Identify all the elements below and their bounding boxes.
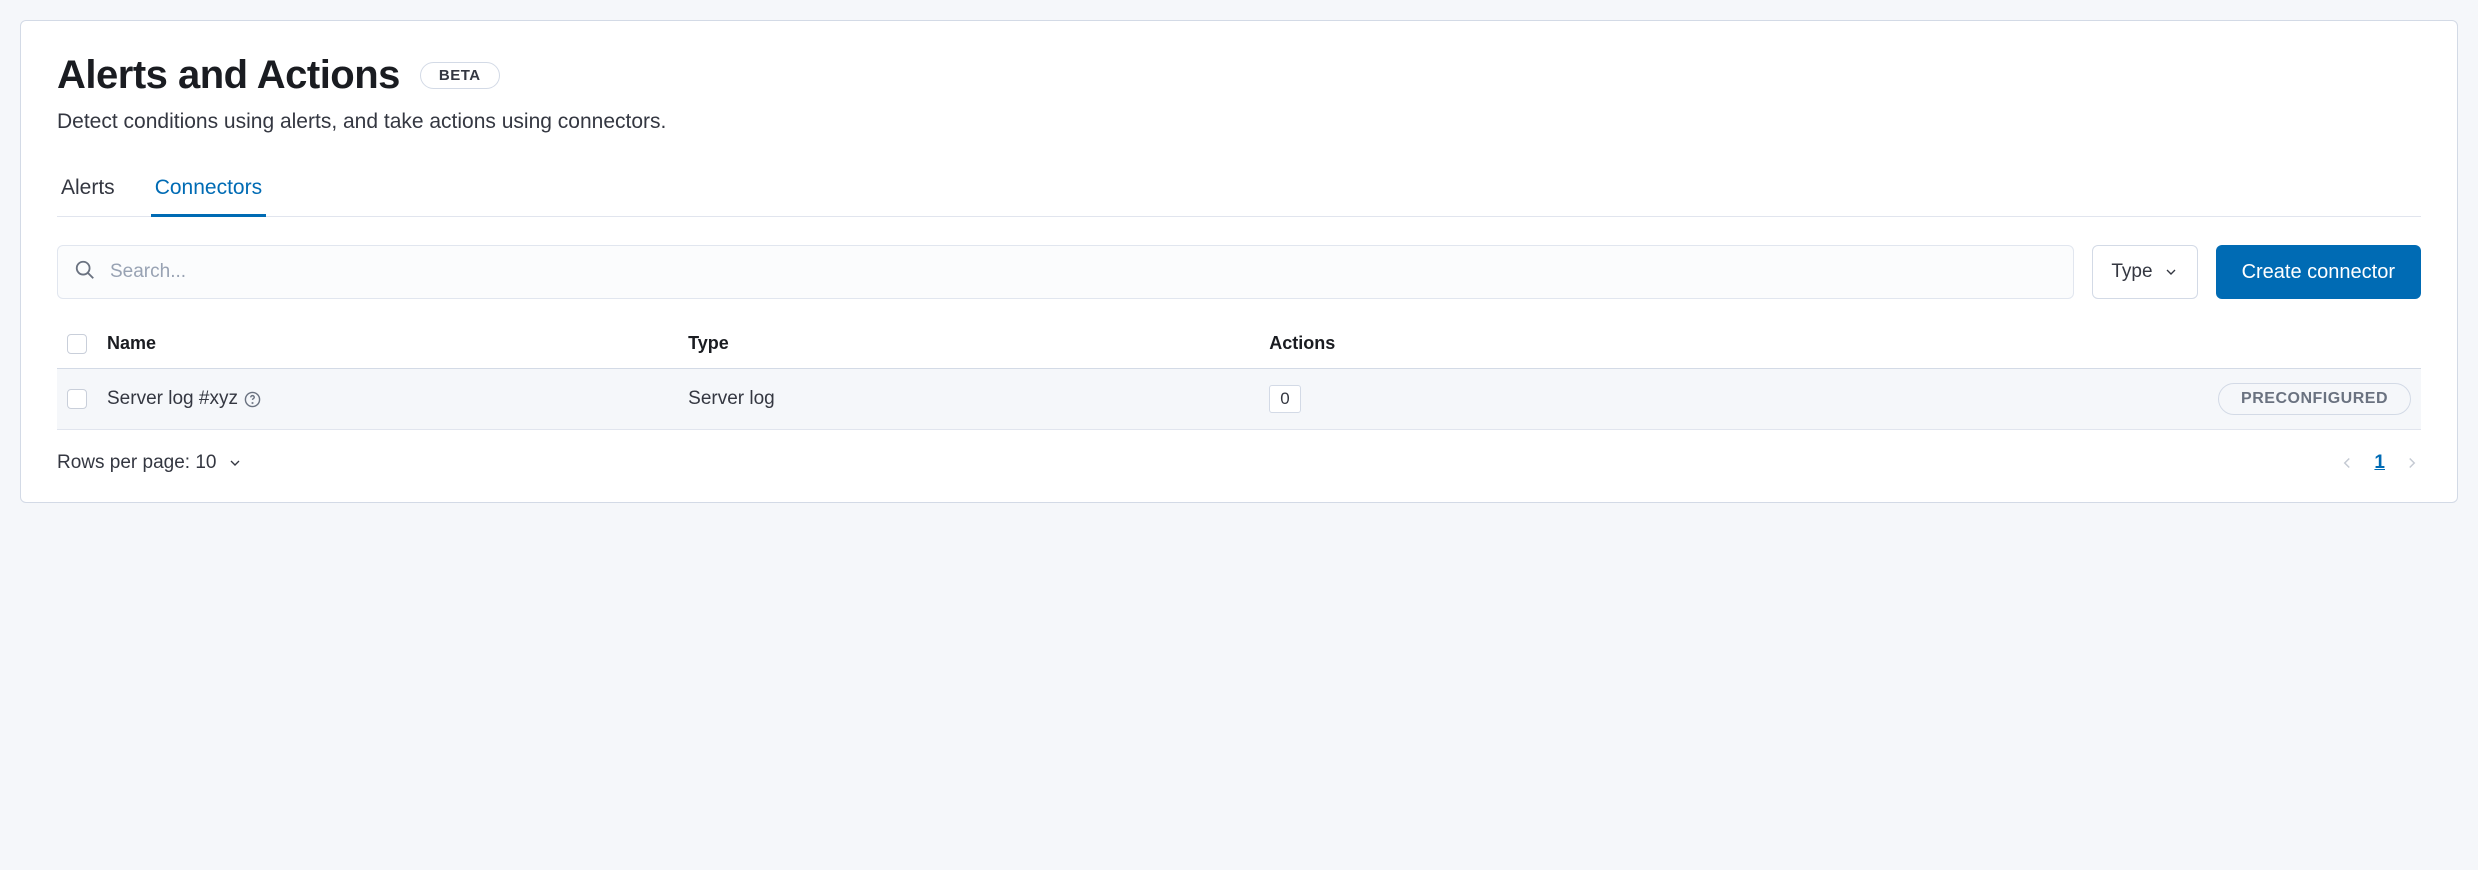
- tab-connectors[interactable]: Connectors: [151, 166, 266, 217]
- page-title: Alerts and Actions: [57, 53, 400, 98]
- controls-row: Type Create connector: [57, 245, 2421, 299]
- column-header-type[interactable]: Type: [688, 333, 1269, 354]
- row-actions-cell: 0: [1269, 385, 2141, 413]
- connectors-table: Name Type Actions Server log #xyz Server: [57, 319, 2421, 430]
- page-subtitle: Detect conditions using alerts, and take…: [57, 110, 2421, 134]
- alerts-actions-panel: Alerts and Actions BETA Detect condition…: [20, 20, 2458, 503]
- table-row: Server log #xyz Server log 0 PRECONFIGUR…: [57, 369, 2421, 430]
- pagination: 1: [2338, 452, 2421, 474]
- search-icon: [74, 259, 96, 286]
- preconfigured-badge: PRECONFIGURED: [2218, 383, 2411, 415]
- table-footer: Rows per page: 10 1: [57, 430, 2421, 474]
- prev-page-button[interactable]: [2338, 454, 2356, 472]
- header-row: Alerts and Actions BETA: [57, 53, 2421, 98]
- chevron-down-icon: [2163, 264, 2179, 280]
- row-type-cell: Server log: [688, 388, 1269, 410]
- type-filter-label: Type: [2111, 261, 2152, 283]
- actions-count-badge[interactable]: 0: [1269, 385, 1300, 413]
- row-name-text: Server log #xyz: [107, 388, 238, 410]
- column-header-name[interactable]: Name: [107, 333, 688, 354]
- row-name-cell[interactable]: Server log #xyz: [107, 388, 688, 410]
- tabs: Alerts Connectors: [57, 166, 2421, 217]
- chevron-down-icon: [227, 455, 243, 471]
- column-header-actions[interactable]: Actions: [1269, 333, 2141, 354]
- rows-per-page-selector[interactable]: Rows per page: 10: [57, 452, 243, 474]
- beta-badge: BETA: [420, 62, 500, 89]
- type-filter-dropdown[interactable]: Type: [2092, 245, 2197, 299]
- search-field-wrap[interactable]: [57, 245, 2074, 299]
- table-header-row: Name Type Actions: [57, 319, 2421, 369]
- create-connector-button[interactable]: Create connector: [2216, 245, 2421, 299]
- tab-alerts[interactable]: Alerts: [57, 166, 119, 217]
- select-all-checkbox[interactable]: [67, 334, 87, 354]
- row-checkbox[interactable]: [67, 389, 87, 409]
- search-input[interactable]: [96, 261, 2057, 283]
- page-number-current[interactable]: 1: [2374, 452, 2385, 474]
- next-page-button[interactable]: [2403, 454, 2421, 472]
- question-circle-icon[interactable]: [244, 390, 262, 408]
- rows-per-page-label: Rows per page: 10: [57, 452, 217, 474]
